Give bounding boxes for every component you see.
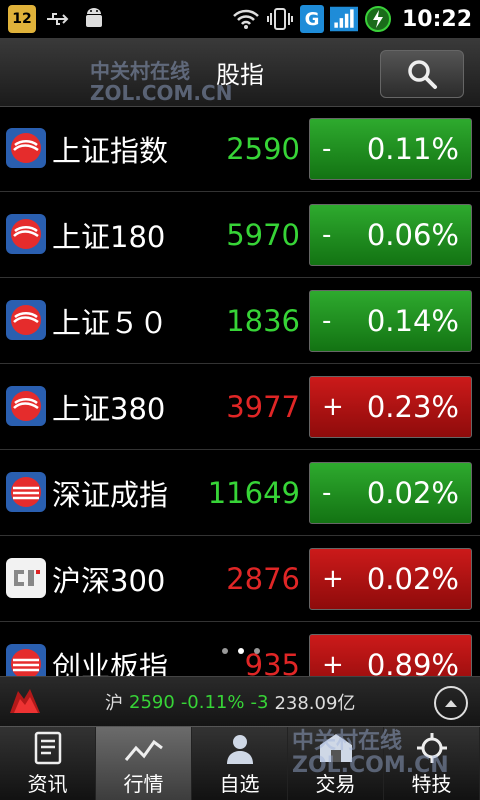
change-sign: + (322, 564, 344, 594)
index-change-button[interactable]: - 0.11% (309, 118, 472, 180)
index-change-button[interactable]: +0.23% (309, 376, 472, 438)
index-change-button[interactable]: - 0.02% (309, 462, 472, 524)
market-chart-icon (124, 730, 164, 766)
trade-icon (316, 730, 356, 766)
nav-tab-news[interactable]: 资讯 (0, 727, 96, 800)
search-icon (408, 60, 437, 89)
index-value: 11649 (207, 475, 300, 510)
news-icon (28, 730, 68, 766)
nav-label: 资讯 (27, 772, 68, 796)
sse-logo-icon (6, 214, 46, 254)
wifi-icon (232, 5, 260, 33)
ticker-volume: 238.09亿 (274, 693, 356, 714)
change-sign: - (322, 478, 332, 508)
change-percent: 0.06% (366, 218, 459, 252)
app-logo-icon (6, 683, 46, 721)
index-name: 上证指数 (52, 133, 169, 168)
tools-icon (412, 730, 452, 766)
szse-logo-icon (6, 644, 46, 676)
index-name: 上证５０ (52, 305, 169, 340)
ticker-pct: -0.11% (180, 691, 245, 713)
index-name: 深证成指 (52, 477, 169, 512)
pager-dots (222, 648, 260, 654)
index-row[interactable]: 上证180 5970- 0.06% (0, 192, 480, 278)
pager-dot (222, 648, 228, 654)
nav-tab-trade[interactable]: 交易 (288, 727, 384, 800)
index-row[interactable]: 沪深300 2876 +0.02% (0, 536, 480, 622)
index-value: 5970 (226, 217, 300, 252)
watchlist-icon (220, 730, 260, 766)
android-debug-icon (80, 5, 108, 33)
index-change-button[interactable]: +0.02% (309, 548, 472, 610)
index-value: 2876 (226, 561, 300, 596)
ticker-value: 2590 (129, 691, 175, 713)
clock-time: 10:22 (401, 6, 472, 32)
change-percent: 0.89% (366, 648, 459, 676)
app-root: 12 G 10:22 中关村在线 ZOL.COM.CN 股指 上证指数 2590… (0, 0, 480, 800)
index-row[interactable]: 上证380 3977 +0.23% (0, 364, 480, 450)
change-sign: - (322, 220, 332, 250)
index-change-button[interactable]: - 0.06% (309, 204, 472, 266)
pager-dot (254, 648, 260, 654)
expand-ticker-button[interactable] (434, 686, 468, 720)
nav-label: 自选 (219, 772, 260, 796)
battery-charging-icon (364, 5, 392, 33)
notification-count-badge[interactable]: 12 (8, 5, 36, 33)
nav-tab-market-chart[interactable]: 行情 (96, 727, 192, 800)
index-row[interactable]: 上证５０ 1836- 0.14% (0, 278, 480, 364)
index-name: 上证380 (52, 391, 166, 426)
index-row[interactable]: 深证成指 11649- 0.02% (0, 450, 480, 536)
index-row[interactable]: 上证指数 2590- 0.11% (0, 106, 480, 192)
index-value: 1836 (226, 303, 300, 338)
index-value: 3977 (226, 389, 300, 424)
search-button[interactable] (380, 50, 464, 98)
signal-strength-icon (329, 5, 358, 33)
pager-dot-active (238, 648, 244, 654)
change-percent: 0.02% (366, 476, 459, 510)
app-header: 中关村在线 ZOL.COM.CN 股指 (0, 38, 480, 107)
sse-logo-icon (6, 128, 46, 168)
sse-logo-icon (6, 386, 46, 426)
ticker-market: 沪 (105, 693, 123, 714)
index-name: 沪深300 (52, 563, 166, 598)
index-value: 2590 (226, 131, 300, 166)
change-percent: 0.23% (366, 390, 459, 424)
nav-tab-tools[interactable]: 特技 (384, 727, 480, 800)
ticker-change: -3 (250, 691, 269, 713)
nav-tab-watchlist[interactable]: 自选 (192, 727, 288, 800)
data-g-icon: G (299, 5, 324, 33)
usb-icon (44, 5, 72, 33)
nav-label: 特技 (411, 772, 452, 796)
change-percent: 0.02% (366, 562, 459, 596)
market-ticker-bar[interactable]: 沪 2590 -0.11% -3 238.09亿 (0, 676, 480, 727)
change-percent: 0.11% (366, 132, 459, 166)
index-change-button[interactable]: - 0.14% (309, 290, 472, 352)
index-list[interactable]: 上证指数 2590-0.11% 上证180 5970-0.06% 上证５０ 1836-0.… (0, 106, 480, 676)
nav-label: 行情 (123, 772, 164, 796)
ticker-text: 沪 2590 -0.11% -3 238.09亿 (105, 677, 355, 727)
change-sign: + (322, 392, 344, 422)
change-sign: + (322, 650, 344, 676)
bottom-navigation: 资讯 行情 自选 交易 特技 (0, 726, 480, 800)
index-name: 上证180 (52, 219, 166, 254)
status-bar: 12 G 10:22 (0, 0, 480, 38)
nav-label: 交易 (315, 772, 356, 796)
index-change-button[interactable]: +0.89% (309, 634, 472, 676)
change-sign: - (322, 306, 332, 336)
change-sign: - (322, 134, 332, 164)
szse-logo-icon (6, 472, 46, 512)
csi-logo-icon (6, 558, 46, 598)
index-name: 创业板指 (52, 649, 169, 677)
vibrate-icon (266, 5, 294, 33)
chevron-up-icon (445, 700, 457, 707)
change-percent: 0.14% (366, 304, 459, 338)
sse-logo-icon (6, 300, 46, 340)
